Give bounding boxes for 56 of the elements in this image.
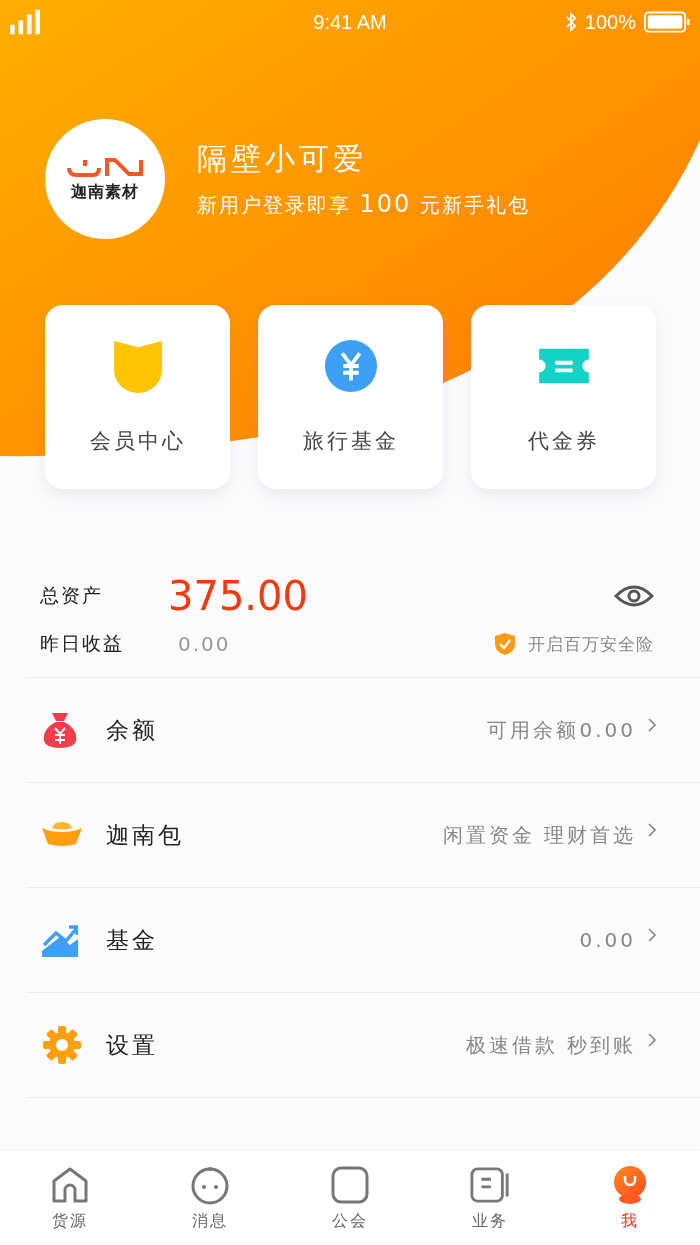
chevron-right-icon <box>648 928 656 942</box>
gear-icon <box>42 1025 82 1065</box>
tab-label: 我 <box>621 1210 639 1232</box>
eye-icon[interactable] <box>614 583 654 609</box>
tab-item[interactable]: 货源 <box>0 1151 140 1245</box>
shortcut-label: 旅行基金 <box>302 428 399 455</box>
menu-detail: 可用余额0.00 <box>487 716 636 744</box>
menu-detail: 0.00 <box>579 928 636 952</box>
shortcut-card[interactable]: 代金券 <box>471 305 656 489</box>
tab-item[interactable]: 我 <box>560 1151 700 1245</box>
battery-percent: 100% <box>584 10 636 34</box>
rounded-square-icon <box>330 1164 370 1205</box>
document-icon <box>470 1164 510 1205</box>
menu-item[interactable]: 余额 可用余额0.00 <box>26 678 700 783</box>
yen-icon <box>323 339 378 393</box>
ingot-icon <box>42 822 82 848</box>
tab-item[interactable]: 业务 <box>420 1151 560 1245</box>
shield-check-icon <box>494 632 516 656</box>
menu-label: 余额 <box>106 715 159 745</box>
shortcut-label: 会员中心 <box>89 428 186 455</box>
bluetooth-icon <box>564 12 577 32</box>
status-time: 9:41 AM <box>313 10 387 34</box>
menu-detail: 闲置资金 理财首选 <box>442 821 636 849</box>
signal-icon <box>10 9 40 35</box>
menu-label: 基金 <box>106 925 159 955</box>
chevron-right-icon <box>648 1033 656 1047</box>
tab-label: 业务 <box>472 1210 508 1232</box>
shortcut-label: 代金券 <box>527 428 600 455</box>
money-bag-icon <box>42 711 78 749</box>
yesterday-earnings-value: 0.00 <box>178 632 232 656</box>
battery-icon <box>644 11 690 33</box>
shortcut-card[interactable]: 会员中心 <box>45 305 230 489</box>
tab-label: 公会 <box>332 1210 368 1232</box>
tab-item[interactable]: 公会 <box>280 1151 420 1245</box>
total-assets-label: 总资产 <box>40 583 104 608</box>
menu-item[interactable]: 基金 0.00 <box>26 888 700 993</box>
tab-label: 消息 <box>192 1210 228 1232</box>
menu-label: 迦南包 <box>106 820 185 850</box>
menu-label: 设置 <box>106 1030 159 1060</box>
tab-item[interactable]: 消息 <box>140 1151 280 1245</box>
face-icon <box>190 1164 230 1205</box>
total-assets-value: 375.00 <box>168 573 309 619</box>
logo-text: 迦南素材 <box>71 181 139 203</box>
chevron-right-icon <box>648 718 656 732</box>
line-chart-icon <box>42 923 78 957</box>
promo-text: 新用户登录即享 100 元新手礼包 <box>197 190 530 219</box>
chevron-right-icon <box>648 823 656 837</box>
tab-label: 货源 <box>52 1210 88 1232</box>
menu-detail: 极速借款 秒到账 <box>465 1031 636 1059</box>
menu-item[interactable]: 设置 极速借款 秒到账 <box>26 993 700 1098</box>
insurance-link[interactable]: 开启百万安全险 <box>528 632 654 656</box>
shortcut-card[interactable]: 旅行基金 <box>258 305 443 489</box>
user-name: 隔壁小可爱 <box>197 140 368 178</box>
yesterday-earnings-label: 昨日收益 <box>40 631 125 656</box>
logo-mark-icon <box>65 155 145 178</box>
menu-item[interactable]: 迦南包 闲置资金 理财首选 <box>26 783 700 888</box>
